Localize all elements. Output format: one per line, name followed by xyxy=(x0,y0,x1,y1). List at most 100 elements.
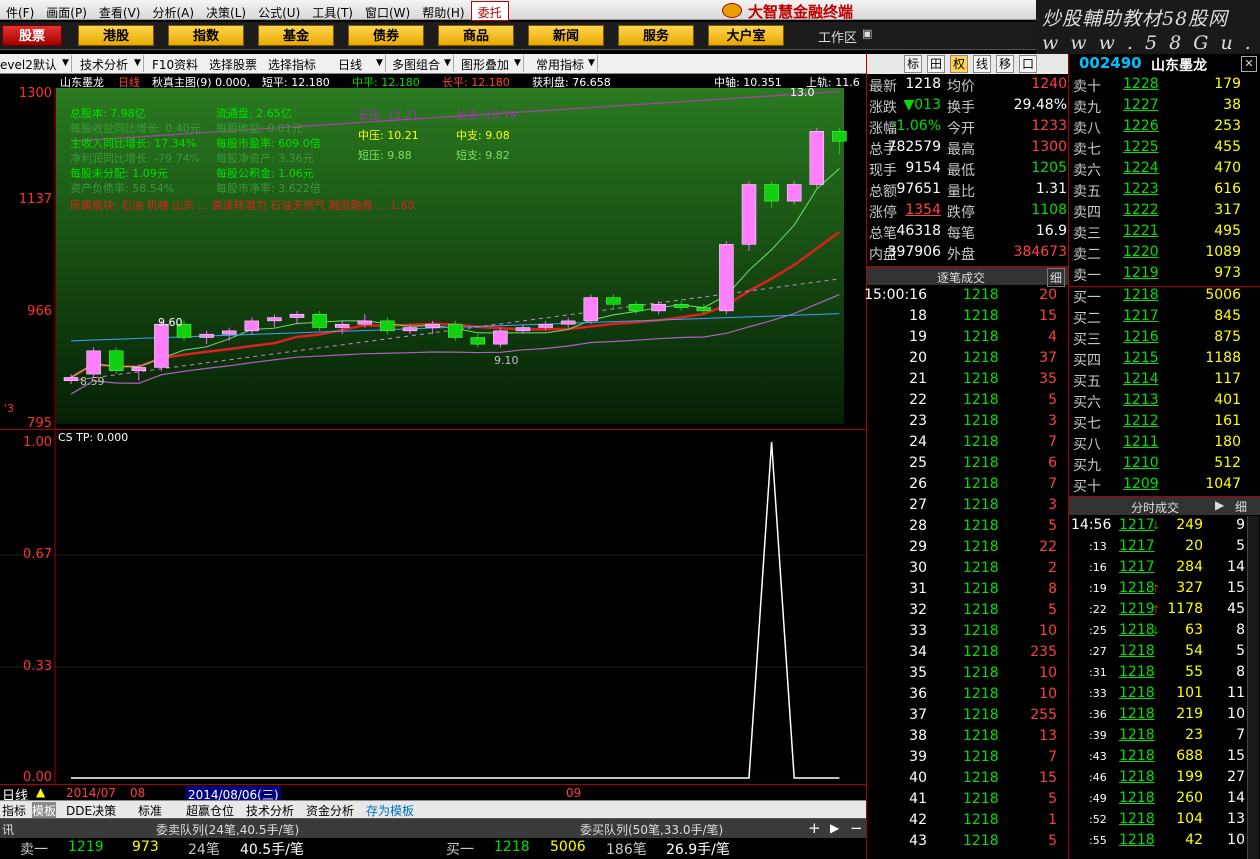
sell-level-row[interactable]: 卖七 1225 455 xyxy=(1069,139,1260,160)
toolbar-select-stock[interactable]: 选择股票 xyxy=(209,56,257,73)
minute-trade-row: :25 1218 🡓 63 8 xyxy=(1069,622,1247,643)
menu-file[interactable]: 件(F) xyxy=(0,2,40,22)
nav-stock-button[interactable]: 股票 xyxy=(2,25,62,46)
menu-formula[interactable]: 公式(U) xyxy=(252,2,306,22)
toolbar-dropdown-icon[interactable]: ▼ xyxy=(376,55,386,72)
sell-level-row[interactable]: 卖一 1219 973 xyxy=(1069,265,1260,286)
menu-view-screen[interactable]: 画面(P) xyxy=(40,2,93,22)
sell-level-row[interactable]: 卖六 1224 470 xyxy=(1069,160,1260,181)
tick-row: 31 1218 8 xyxy=(867,581,1069,602)
candle-body xyxy=(696,307,712,312)
buy-level-row[interactable]: 买七 1212 161 xyxy=(1069,413,1260,434)
buy-level-volume: 117 xyxy=(1214,371,1241,387)
stat-label: 最新 xyxy=(869,79,897,95)
buy-level-row[interactable]: 买一 1218 5006 xyxy=(1069,287,1260,308)
tab-save-template[interactable]: 存为模板 xyxy=(366,802,414,819)
order-queue-header: 讯 委卖队列(24笔,40.5手/笔) 委买队列(50笔,33.0手/笔) + … xyxy=(0,818,866,838)
nav-service-button[interactable]: 服务 xyxy=(618,25,694,46)
toolbar-level2[interactable]: evel2默认 xyxy=(0,56,57,73)
nav-vip-button[interactable]: 大户室 xyxy=(708,25,784,46)
nav-bond-button[interactable]: 债券 xyxy=(348,25,424,46)
tick-row: 20 1218 37 xyxy=(867,350,1069,371)
workarea-label[interactable]: 工作区 xyxy=(818,27,857,46)
toolbar-dropdown-icon[interactable]: ▼ xyxy=(588,55,598,72)
minute-trades-button[interactable]: 细 xyxy=(1235,498,1247,515)
toolbar-common-indicator[interactable]: 常用指标 xyxy=(536,56,584,73)
buy-level-row[interactable]: 买四 1215 1188 xyxy=(1069,350,1260,371)
sell-level-price: 1222 xyxy=(1123,202,1159,218)
toolbar-period[interactable]: 日线 xyxy=(338,56,362,73)
nav-commodity-button[interactable]: 商品 xyxy=(438,25,514,46)
buy-level-row[interactable]: 买二 1217 845 xyxy=(1069,308,1260,329)
play-icon[interactable]: ▶ xyxy=(830,821,839,835)
entrust-button[interactable]: 委托 xyxy=(470,1,509,21)
sell-level-price: 1220 xyxy=(1123,244,1159,260)
nav-hk-button[interactable]: 港股 xyxy=(78,25,154,46)
toolbar-overlay[interactable]: 图形叠加 xyxy=(461,56,509,73)
indicator-chart[interactable]: 1.00 0.67 0.33 0.00 CS TP: 0.000 xyxy=(0,430,866,785)
sell-level-row[interactable]: 卖五 1223 616 xyxy=(1069,181,1260,202)
plus-icon[interactable]: + xyxy=(808,819,821,837)
tick-volume: 4 xyxy=(1048,329,1057,345)
tick-time: 36 xyxy=(909,686,927,702)
buy-level-row[interactable]: 买六 1213 401 xyxy=(1069,392,1260,413)
toolbar-tech-analysis[interactable]: 技术分析 xyxy=(80,56,128,73)
sell-level-row[interactable]: 卖九 1227 38 xyxy=(1069,97,1260,118)
grid-button[interactable]: 田 xyxy=(927,55,945,73)
tab-position[interactable]: 超赢仓位 xyxy=(186,802,234,819)
close-icon[interactable]: ✕ xyxy=(1241,56,1257,72)
minute-trade-row: :19 1218 🡑 327 15 xyxy=(1069,580,1247,601)
menu-analysis[interactable]: 分析(A) xyxy=(146,2,200,22)
tick-price: 1218 xyxy=(963,581,999,597)
candlestick-chart[interactable]: 1300 1137 966 795 总股本: 7.98亿 每股收益同比增长: 0… xyxy=(0,86,866,431)
window-button[interactable]: 口 xyxy=(1019,55,1037,73)
tab-tech[interactable]: 技术分析 xyxy=(246,802,294,819)
minute-trades-play-icon[interactable]: ▶ xyxy=(1215,498,1224,512)
sell-level-row[interactable]: 卖三 1221 495 xyxy=(1069,223,1260,244)
tab-template[interactable]: 模板 xyxy=(32,802,57,819)
buy-level-row[interactable]: 买三 1216 875 xyxy=(1069,329,1260,350)
sell-level-row[interactable]: 卖八 1226 253 xyxy=(1069,118,1260,139)
nav-fund-button[interactable]: 基金 xyxy=(258,25,334,46)
menu-tools[interactable]: 工具(T) xyxy=(306,2,359,22)
toolbar-dropdown-icon[interactable]: ▼ xyxy=(134,55,144,72)
buy-level-row[interactable]: 买十 1209 1047 xyxy=(1069,476,1260,497)
tab-capital[interactable]: 资金分析 xyxy=(306,802,354,819)
toolbar-select-indicator[interactable]: 选择指标 xyxy=(268,56,316,73)
up-arrow-icon: 🡑 xyxy=(1153,603,1159,616)
buy-level-row[interactable]: 买九 1210 512 xyxy=(1069,455,1260,476)
minute-trades-scrollbar[interactable] xyxy=(1247,516,1259,859)
toolbar-dropdown-icon[interactable]: ▼ xyxy=(62,55,72,72)
mark-button[interactable]: 标 xyxy=(904,55,922,73)
sell-level-volume: 455 xyxy=(1214,139,1241,155)
nav-index-button[interactable]: 指数 xyxy=(168,25,244,46)
sell-level-row[interactable]: 卖十 1228 179 xyxy=(1069,76,1260,97)
toolbar-dropdown-icon[interactable]: ▼ xyxy=(514,55,524,72)
rights-button[interactable]: 权 xyxy=(950,55,968,73)
menu-decision[interactable]: 决策(L) xyxy=(200,2,252,22)
menu-view[interactable]: 查看(V) xyxy=(93,2,147,22)
move-button[interactable]: 移 xyxy=(996,55,1014,73)
toolbar-f10[interactable]: F10资料 xyxy=(152,56,198,73)
menu-help[interactable]: 帮助(H) xyxy=(416,2,470,22)
toolbar-dropdown-icon[interactable]: ▼ xyxy=(444,55,454,72)
sell-level-row[interactable]: 卖四 1222 317 xyxy=(1069,202,1260,223)
tab-standard[interactable]: 标准 xyxy=(138,802,162,819)
stat-label: 均价 xyxy=(947,79,975,95)
minus-icon[interactable]: − xyxy=(850,819,863,837)
tick-time: 32 xyxy=(909,602,927,618)
buy-level-volume: 512 xyxy=(1214,455,1241,471)
buy-level-row[interactable]: 买八 1211 180 xyxy=(1069,434,1260,455)
line-button[interactable]: 线 xyxy=(973,55,991,73)
tab-indicator[interactable]: 指标 xyxy=(2,802,26,819)
candle-body xyxy=(425,323,440,328)
tab-dde[interactable]: DDE决策 xyxy=(66,802,116,819)
menu-window[interactable]: 窗口(W) xyxy=(359,2,416,22)
tick-detail-button[interactable]: 细 xyxy=(1047,268,1066,287)
nav-news-button[interactable]: 新闻 xyxy=(528,25,604,46)
toolbar-multi-chart[interactable]: 多图组合 xyxy=(392,56,440,73)
tick-row: 22 1218 5 xyxy=(867,392,1069,413)
sell-level-row[interactable]: 卖二 1220 1089 xyxy=(1069,244,1260,265)
workarea-icon[interactable]: ▣ xyxy=(862,27,872,40)
buy-level-row[interactable]: 买五 1214 117 xyxy=(1069,371,1260,392)
